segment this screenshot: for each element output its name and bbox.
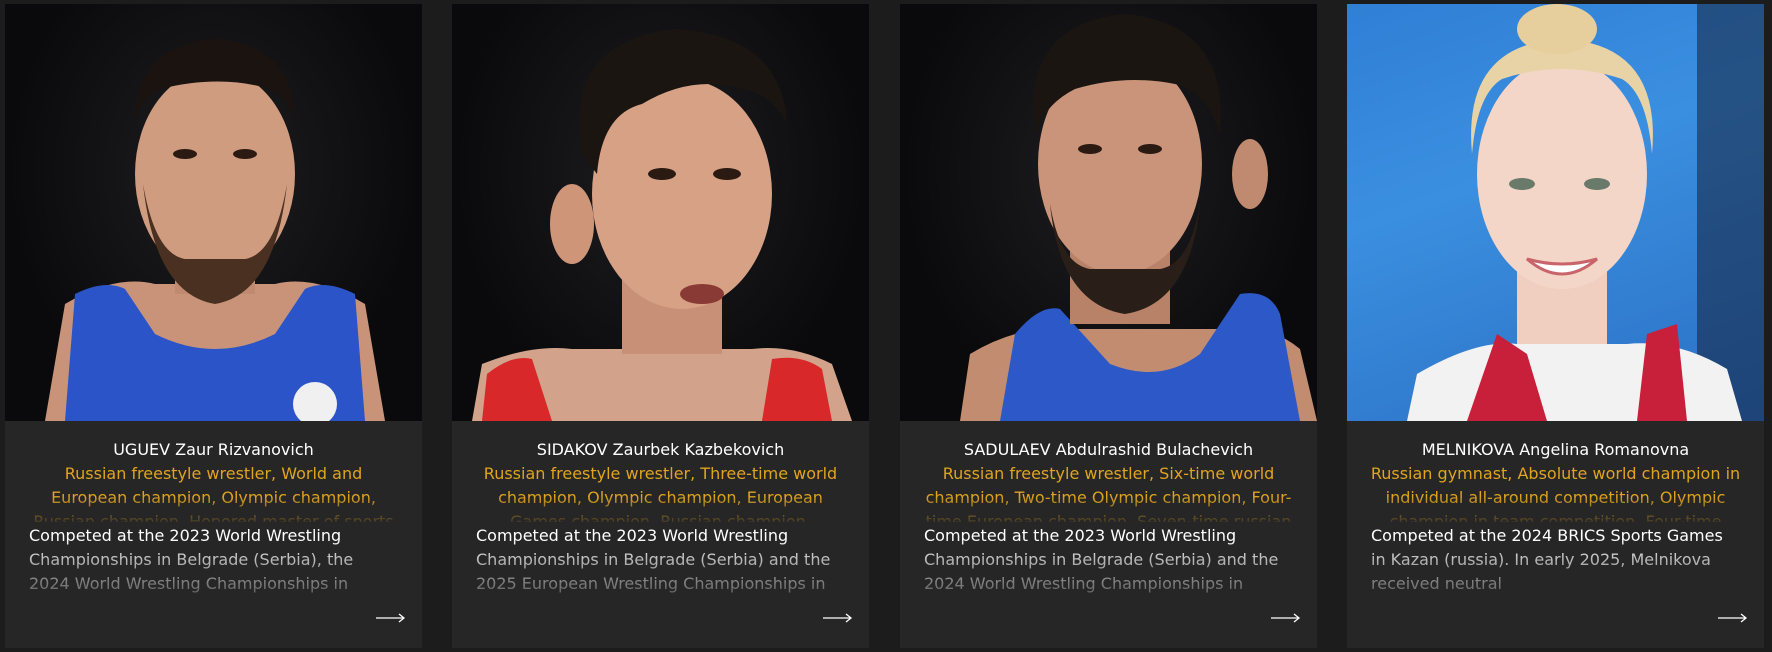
athlete-photo <box>5 4 422 421</box>
athlete-role: Russian freestyle wrestler, Six-time wor… <box>900 462 1317 522</box>
athlete-photo <box>1347 4 1764 421</box>
athlete-card[interactable]: SADULAEV Abdulrashid Bulachevich Russian… <box>900 4 1317 648</box>
athlete-card[interactable]: UGUEV Zaur Rizvanovich Russian freestyle… <box>5 4 422 648</box>
athlete-portrait-illustration <box>45 39 385 421</box>
athlete-portrait-illustration <box>960 14 1317 421</box>
athlete-role: Russian freestyle wrestler, Three-time w… <box>452 462 869 522</box>
athlete-name: SIDAKOV Zaurbek Kazbekovich <box>536 440 785 459</box>
athlete-role: Russian gymnast, Absolute world champion… <box>1347 462 1764 522</box>
athlete-photo <box>452 4 869 421</box>
athlete-card[interactable]: MELNIKOVA Angelina Romanovna Russian gym… <box>1347 4 1764 648</box>
athlete-photo <box>900 4 1317 421</box>
athlete-portrait-illustration <box>472 29 852 421</box>
athlete-name: SADULAEV Abdulrashid Bulachevich <box>963 440 1254 459</box>
athlete-description: Competed at the 2023 World Wrestling Cha… <box>5 524 422 596</box>
arrow-right-icon[interactable] <box>1271 612 1301 624</box>
athlete-description: Competed at the 2024 BRICS Sports Games … <box>1347 524 1764 596</box>
arrow-right-icon[interactable] <box>823 612 853 624</box>
athlete-description: Competed at the 2023 World Wrestling Cha… <box>900 524 1317 596</box>
arrow-right-icon[interactable] <box>376 612 406 624</box>
athlete-description: Competed at the 2023 World Wrestling Cha… <box>452 524 869 596</box>
athlete-cards-grid: UGUEV Zaur Rizvanovich Russian freestyle… <box>0 0 1772 652</box>
athlete-portrait-illustration <box>1407 4 1764 421</box>
athlete-name: UGUEV Zaur Rizvanovich <box>113 440 314 459</box>
arrow-right-icon[interactable] <box>1718 612 1748 624</box>
athlete-card[interactable]: SIDAKOV Zaurbek Kazbekovich Russian free… <box>452 4 869 648</box>
athlete-name: MELNIKOVA Angelina Romanovna <box>1421 440 1690 459</box>
athlete-role: Russian freestyle wrestler, World and Eu… <box>5 462 422 522</box>
